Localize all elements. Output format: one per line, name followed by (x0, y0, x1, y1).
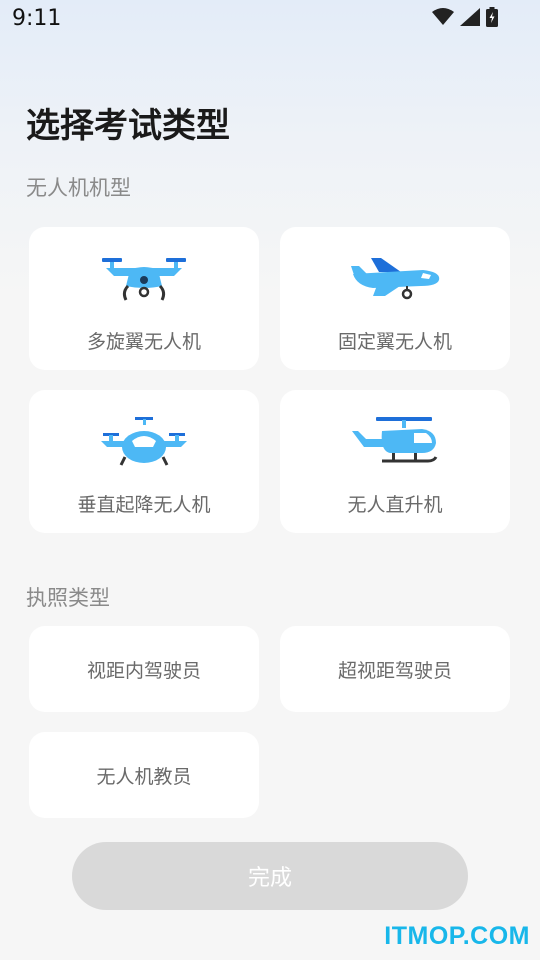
multirotor-drone-icon (102, 249, 186, 309)
aircraft-card-vtol[interactable]: 垂直起降无人机 (29, 390, 259, 533)
aircraft-card-helicopter[interactable]: 无人直升机 (280, 390, 510, 533)
wifi-icon (432, 8, 454, 25)
fixed-wing-plane-icon (349, 249, 441, 309)
license-option-label: 无人机教员 (96, 765, 192, 788)
section-label-license-type: 执照类型 (26, 586, 110, 610)
vtol-drone-icon (101, 412, 187, 472)
status-time: 9:11 (12, 6, 62, 31)
aircraft-card-fixed-wing[interactable]: 固定翼无人机 (280, 227, 510, 370)
aircraft-card-label: 固定翼无人机 (337, 331, 452, 353)
status-icons (432, 7, 498, 27)
license-option-visual-line-of-sight[interactable]: 视距内驾驶员 (29, 626, 259, 712)
page-title: 选择考试类型 (26, 106, 230, 146)
section-label-aircraft-type: 无人机机型 (26, 176, 131, 200)
aircraft-card-multirotor[interactable]: 多旋翼无人机 (29, 227, 259, 370)
license-option-instructor[interactable]: 无人机教员 (29, 732, 259, 818)
license-option-beyond-visual-line-of-sight[interactable]: 超视距驾驶员 (280, 626, 510, 712)
battery-icon (486, 7, 498, 27)
done-button[interactable]: 完成 (72, 842, 468, 910)
aircraft-card-label: 无人直升机 (347, 494, 443, 516)
helicopter-icon (352, 412, 438, 472)
license-option-label: 超视距驾驶员 (337, 659, 452, 682)
aircraft-card-label: 垂直起降无人机 (77, 494, 211, 516)
cellular-signal-icon (460, 8, 480, 26)
aircraft-card-label: 多旋翼无人机 (86, 331, 201, 353)
license-option-label: 视距内驾驶员 (86, 659, 201, 682)
watermark-logo: ITMOP.COM (384, 922, 530, 950)
status-bar: 9:11 (0, 0, 540, 40)
